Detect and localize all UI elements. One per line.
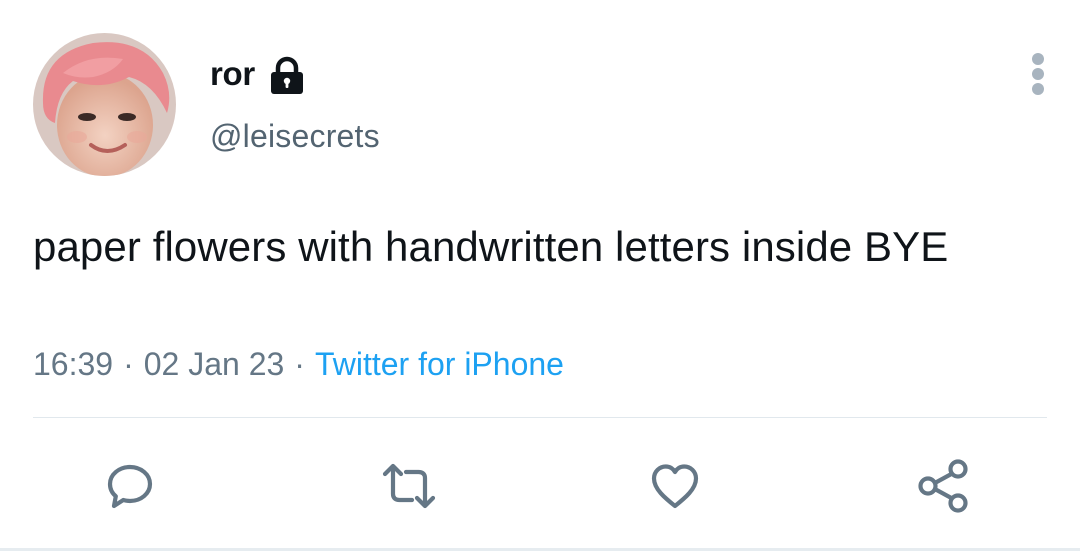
tweet-date[interactable]: 02 Jan 23 <box>144 346 285 382</box>
divider <box>33 417 1047 418</box>
tweet-meta: 16:39 · 02 Jan 23 · Twitter for iPhone <box>33 346 564 383</box>
meta-separator: · <box>123 346 134 382</box>
retweet-icon <box>382 463 436 509</box>
user-handle[interactable]: @leisecrets <box>210 118 380 155</box>
retweet-button[interactable] <box>381 458 437 514</box>
tweet-text: paper flowers with handwritten letters i… <box>33 223 949 270</box>
avatar[interactable] <box>33 33 176 176</box>
meta-separator: · <box>294 346 305 382</box>
tweet-source-link[interactable]: Twitter for iPhone <box>315 346 564 382</box>
tweet-card: ror @leisecrets paper flowers with handw… <box>0 0 1080 551</box>
share-button[interactable] <box>916 458 972 514</box>
like-button[interactable] <box>647 458 703 514</box>
profile-photo <box>33 33 176 176</box>
like-icon <box>651 464 699 509</box>
lock-icon <box>267 55 307 95</box>
display-name-row[interactable]: ror <box>210 54 307 94</box>
reply-button[interactable] <box>102 458 158 514</box>
tweet-time[interactable]: 16:39 <box>33 346 113 382</box>
display-name[interactable]: ror <box>210 55 255 93</box>
share-icon <box>918 459 968 513</box>
more-vertical-icon[interactable] <box>1022 52 1054 98</box>
reply-icon <box>107 464 153 509</box>
